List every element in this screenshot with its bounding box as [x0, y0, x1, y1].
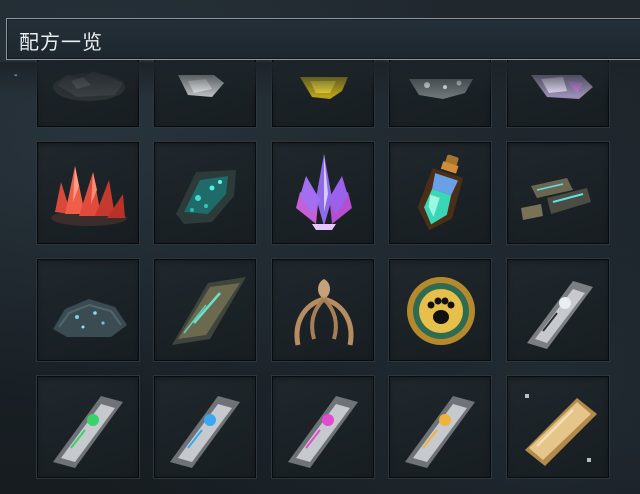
mech-module-green-icon: [53, 396, 123, 468]
recipe-slot[interactable]: [388, 141, 492, 245]
recipe-slot[interactable]: [36, 141, 140, 245]
collapse-toggle[interactable]: -: [14, 70, 18, 81]
gold-bar-icon: [525, 394, 597, 466]
tech-block-cluster-icon: [521, 178, 591, 220]
speckled-stone-icon: [53, 299, 127, 337]
recipe-slot[interactable]: [506, 141, 610, 245]
teal-ore-chunk-icon: [176, 170, 236, 224]
recipe-slot[interactable]: [506, 258, 610, 362]
tech-plate-icon: [172, 277, 246, 345]
recipe-slot[interactable]: [153, 258, 257, 362]
mech-module-gold-icon: [405, 396, 475, 468]
recipe-slot[interactable]: [36, 258, 140, 362]
recipe-slot[interactable]: [153, 375, 257, 479]
recipe-slot[interactable]: [36, 375, 140, 479]
mech-module-blue-icon: [170, 396, 240, 468]
mech-module-pink-icon: [288, 396, 358, 468]
mech-module-gray-icon: [527, 281, 593, 349]
paw-medallion-icon: [407, 277, 475, 345]
recipe-slot[interactable]: [271, 141, 375, 245]
recipe-grid: [36, 24, 616, 494]
red-crystal-cluster-icon: [51, 166, 127, 226]
elixir-bottle-icon: [417, 154, 464, 231]
window-title: 配方一览: [19, 30, 103, 54]
recipe-slot[interactable]: [388, 258, 492, 362]
purple-crystal-cluster-icon: [296, 154, 352, 230]
recipe-slot[interactable]: [271, 258, 375, 362]
recipe-list-window: 配方一览 -: [0, 0, 640, 494]
recipe-slot[interactable]: [388, 375, 492, 479]
recipe-slot[interactable]: [271, 375, 375, 479]
bone-claw-icon: [294, 279, 354, 346]
recipe-slot[interactable]: [506, 375, 610, 479]
recipe-slot[interactable]: [153, 141, 257, 245]
title-bar: 配方一览: [6, 18, 640, 60]
